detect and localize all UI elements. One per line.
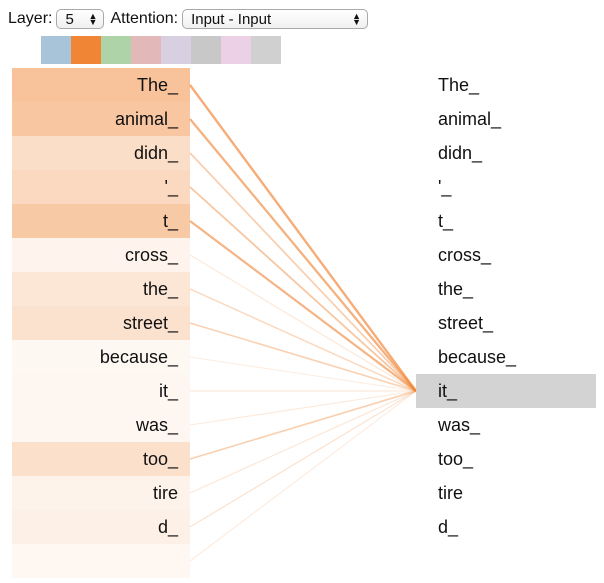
layer-label: Layer: bbox=[8, 10, 53, 27]
head-swatch[interactable] bbox=[221, 36, 251, 64]
target-token[interactable]: d_ bbox=[416, 510, 596, 544]
target-token[interactable]: tire bbox=[416, 476, 596, 510]
attention-line bbox=[189, 390, 417, 460]
attention-line bbox=[189, 390, 417, 426]
source-token[interactable]: didn_ bbox=[12, 136, 190, 170]
head-swatch[interactable] bbox=[251, 36, 281, 64]
attention-line bbox=[189, 152, 417, 392]
attention-line bbox=[189, 322, 417, 392]
layer-select-value: 5 bbox=[65, 10, 74, 28]
head-swatch[interactable] bbox=[71, 36, 101, 64]
attention-line bbox=[189, 390, 417, 494]
target-token[interactable]: cross_ bbox=[416, 238, 596, 272]
target-token[interactable] bbox=[416, 544, 596, 578]
select-arrows-icon: ▲ ▼ bbox=[352, 11, 362, 27]
target-token[interactable]: street_ bbox=[416, 306, 596, 340]
head-swatch[interactable] bbox=[161, 36, 191, 64]
attention-line bbox=[189, 186, 417, 392]
source-token[interactable] bbox=[12, 544, 190, 578]
source-token[interactable]: the_ bbox=[12, 272, 190, 306]
target-token[interactable]: The_ bbox=[416, 68, 596, 102]
target-token-column: The_ animal_ didn_ '_ t_ cross_ the_ street_ bec… bbox=[416, 68, 596, 578]
source-token[interactable]: street_ bbox=[12, 306, 190, 340]
source-token[interactable]: was_ bbox=[12, 408, 190, 442]
attention-line bbox=[189, 220, 417, 392]
source-token-column: The_ animal_ didn_ '_ t_ cross_ the_ street_ bec… bbox=[12, 68, 190, 578]
head-swatch[interactable] bbox=[101, 36, 131, 64]
source-token[interactable]: cross_ bbox=[12, 238, 190, 272]
target-token[interactable]: was_ bbox=[416, 408, 596, 442]
head-swatch[interactable] bbox=[41, 36, 71, 64]
target-token[interactable]: didn_ bbox=[416, 136, 596, 170]
layer-select[interactable]: 5 ▲ ▼ bbox=[56, 9, 105, 29]
source-token[interactable]: '_ bbox=[12, 170, 190, 204]
attention-line bbox=[189, 84, 417, 392]
source-token[interactable]: animal_ bbox=[12, 102, 190, 136]
attention-line bbox=[189, 390, 417, 528]
source-token[interactable]: tire bbox=[12, 476, 190, 510]
attention-label: Attention: bbox=[110, 10, 179, 27]
attention-line bbox=[189, 288, 417, 392]
target-token[interactable]: animal_ bbox=[416, 102, 596, 136]
target-token[interactable]: it_ bbox=[416, 374, 596, 408]
head-swatch[interactable] bbox=[191, 36, 221, 64]
source-token[interactable]: too_ bbox=[12, 442, 190, 476]
controls-bar: Layer: 5 ▲ ▼ Attention: Input - Input ▲ ▼ bbox=[8, 7, 369, 31]
source-token[interactable]: t_ bbox=[12, 204, 190, 238]
attention-line bbox=[189, 118, 417, 392]
source-token[interactable]: it_ bbox=[12, 374, 190, 408]
target-token[interactable]: the_ bbox=[416, 272, 596, 306]
attention-select[interactable]: Input - Input ▲ ▼ bbox=[182, 9, 369, 29]
head-color-swatches bbox=[41, 36, 281, 64]
source-token[interactable]: because_ bbox=[12, 340, 190, 374]
target-token[interactable]: too_ bbox=[416, 442, 596, 476]
attention-line bbox=[189, 390, 417, 562]
head-swatch[interactable] bbox=[131, 36, 161, 64]
select-arrows-icon: ▲ ▼ bbox=[88, 11, 98, 27]
target-token[interactable]: t_ bbox=[416, 204, 596, 238]
source-token[interactable]: d_ bbox=[12, 510, 190, 544]
attention-line bbox=[189, 356, 417, 392]
target-token[interactable]: because_ bbox=[416, 340, 596, 374]
source-token[interactable]: The_ bbox=[12, 68, 190, 102]
attention-line bbox=[189, 254, 417, 392]
target-token[interactable]: '_ bbox=[416, 170, 596, 204]
attention-select-value: Input - Input bbox=[191, 10, 272, 28]
